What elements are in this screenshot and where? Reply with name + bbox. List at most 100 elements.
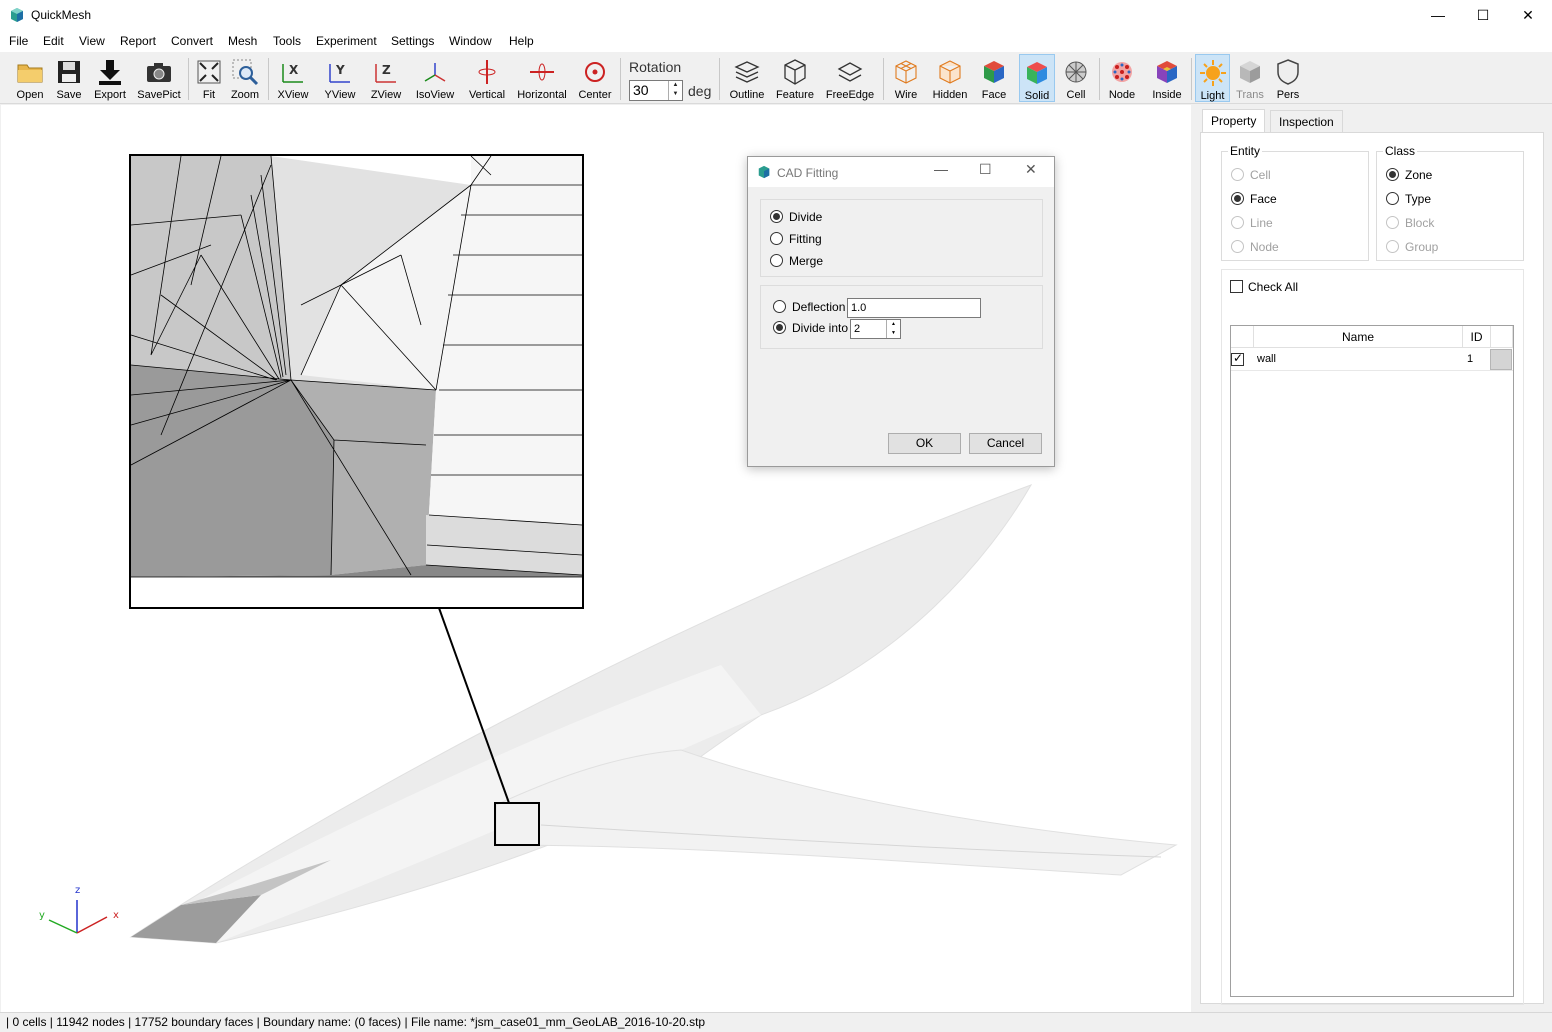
dialog-maximize-button[interactable]: ☐ xyxy=(979,161,992,178)
face-button[interactable]: Face xyxy=(977,54,1011,102)
inside-cube-icon xyxy=(1157,61,1177,83)
menu-mesh[interactable]: Mesh xyxy=(228,34,257,48)
table-header-name[interactable]: Name xyxy=(1254,326,1463,348)
radio-dot xyxy=(770,232,783,245)
xview-button[interactable]: X XView xyxy=(273,54,313,102)
menu-bar: File Edit View Report Convert Mesh Tools… xyxy=(0,30,1552,52)
spin-up-icon[interactable]: ▲ xyxy=(891,321,896,327)
menu-tools[interactable]: Tools xyxy=(273,34,301,48)
isoview-button[interactable]: IsoView xyxy=(412,54,458,102)
pers-button[interactable]: Pers xyxy=(1272,54,1304,102)
toolbar-separator xyxy=(268,58,269,100)
entity-face-radio[interactable]: Face xyxy=(1231,192,1277,206)
inside-button[interactable]: Inside xyxy=(1147,54,1187,102)
spin-down-icon[interactable]: ▼ xyxy=(673,91,679,97)
cell-button[interactable]: Cell xyxy=(1059,54,1093,102)
maximize-button[interactable]: ☐ xyxy=(1460,0,1506,30)
class-block-radio[interactable]: Block xyxy=(1386,216,1434,230)
cad-fitting-dialog: CAD Fitting — ☐ ✕ Divide Fitting Merge D… xyxy=(747,156,1055,467)
svg-text:X: X xyxy=(289,63,299,77)
deflection-radio[interactable]: Deflection xyxy=(773,300,845,314)
quickmesh-logo-icon xyxy=(758,165,770,179)
divide-into-spinner[interactable]: ▲ ▼ xyxy=(886,320,900,338)
menu-report[interactable]: Report xyxy=(120,34,156,48)
deflection-input[interactable]: 1.0 xyxy=(847,298,981,318)
spin-down-icon[interactable]: ▼ xyxy=(891,330,896,336)
row-id: 1 xyxy=(1467,353,1474,365)
zview-button[interactable]: Z ZView xyxy=(366,54,406,102)
radio-dot xyxy=(1386,216,1399,229)
cancel-button[interactable]: Cancel xyxy=(969,433,1042,454)
checkbox-box xyxy=(1231,351,1244,366)
horizontal-button[interactable]: Horizontal xyxy=(514,54,570,102)
menu-convert[interactable]: Convert xyxy=(171,34,213,48)
outline-button[interactable]: Outline xyxy=(727,54,767,102)
horizontal-rotate-icon xyxy=(530,63,554,81)
menu-edit[interactable]: Edit xyxy=(43,34,64,48)
window-title: QuickMesh xyxy=(31,8,92,22)
options-group: Deflection 1.0 Divide into 2 ▲ ▼ xyxy=(760,285,1043,349)
class-zone-radio[interactable]: Zone xyxy=(1386,168,1432,182)
menu-experiment[interactable]: Experiment xyxy=(316,34,377,48)
ok-button[interactable]: OK xyxy=(888,433,961,454)
cell-mesh-icon xyxy=(1065,61,1087,83)
radio-dot xyxy=(1231,216,1244,229)
minimize-button[interactable]: — xyxy=(1415,0,1461,30)
wire-cube-icon xyxy=(895,60,917,84)
close-button[interactable]: ✕ xyxy=(1505,0,1551,30)
tab-inspection[interactable]: Inspection xyxy=(1270,110,1343,132)
trans-button[interactable]: Trans xyxy=(1232,54,1268,102)
tab-property[interactable]: Property xyxy=(1202,109,1266,132)
entity-cell-radio[interactable]: Cell xyxy=(1231,168,1271,182)
yview-button[interactable]: Y YView xyxy=(320,54,360,102)
feature-button[interactable]: Feature xyxy=(773,54,817,102)
menu-file[interactable]: File xyxy=(9,34,28,48)
dialog-close-button[interactable]: ✕ xyxy=(1025,161,1037,178)
solid-button[interactable]: Solid xyxy=(1019,54,1055,102)
hidden-button[interactable]: Hidden xyxy=(929,54,971,102)
class-type-radio[interactable]: Type xyxy=(1386,192,1431,206)
row-name: wall xyxy=(1257,353,1276,365)
merge-radio[interactable]: Merge xyxy=(770,254,823,268)
radio-dot xyxy=(1231,192,1244,205)
spin-up-icon[interactable]: ▲ xyxy=(673,82,679,88)
fit-button[interactable]: Fit xyxy=(193,54,225,102)
menu-window[interactable]: Window xyxy=(449,34,492,48)
save-button[interactable]: Save xyxy=(50,54,88,102)
row-color-swatch[interactable] xyxy=(1490,349,1512,370)
menu-settings[interactable]: Settings xyxy=(391,34,434,48)
radio-dot xyxy=(1231,168,1244,181)
table-row[interactable]: wall 1 xyxy=(1231,348,1513,371)
freeedge-button[interactable]: FreeEdge xyxy=(823,54,877,102)
divide-radio[interactable]: Divide xyxy=(770,210,822,224)
dialog-minimize-button[interactable]: — xyxy=(934,161,948,177)
check-all-checkbox[interactable]: Check All xyxy=(1230,280,1298,294)
class-group: Class Zone Type Block Group xyxy=(1376,144,1524,261)
rotation-spinner[interactable]: ▲ ▼ xyxy=(668,81,682,100)
divide-into-radio[interactable]: Divide into xyxy=(773,321,848,335)
entity-group-title: Entity xyxy=(1228,144,1263,158)
table-header-id[interactable]: ID xyxy=(1463,326,1491,348)
class-group-radio[interactable]: Group xyxy=(1386,240,1438,254)
entity-node-radio[interactable]: Node xyxy=(1231,240,1279,254)
rotation-label: Rotation xyxy=(629,59,682,75)
entity-line-radio[interactable]: Line xyxy=(1231,216,1273,230)
savepict-button[interactable]: SavePict xyxy=(134,54,184,102)
open-button[interactable]: Open xyxy=(10,54,50,102)
vertical-button[interactable]: Vertical xyxy=(466,54,508,102)
center-button[interactable]: Center xyxy=(576,54,614,102)
row-checkbox[interactable] xyxy=(1231,351,1249,367)
node-button[interactable]: Node xyxy=(1104,54,1140,102)
z-axis-label: z xyxy=(75,885,80,896)
light-button[interactable]: Light xyxy=(1195,54,1230,102)
quickmesh-logo-icon xyxy=(11,8,23,22)
radio-dot xyxy=(1386,168,1399,181)
axis-triad xyxy=(48,900,108,934)
fitting-radio[interactable]: Fitting xyxy=(770,232,822,246)
menu-view[interactable]: View xyxy=(79,34,105,48)
export-button[interactable]: Export xyxy=(89,54,131,102)
menu-help[interactable]: Help xyxy=(509,34,534,48)
wire-button[interactable]: Wire xyxy=(889,54,923,102)
zoom-button[interactable]: Zoom xyxy=(228,54,262,102)
toolbar-separator xyxy=(188,58,189,100)
